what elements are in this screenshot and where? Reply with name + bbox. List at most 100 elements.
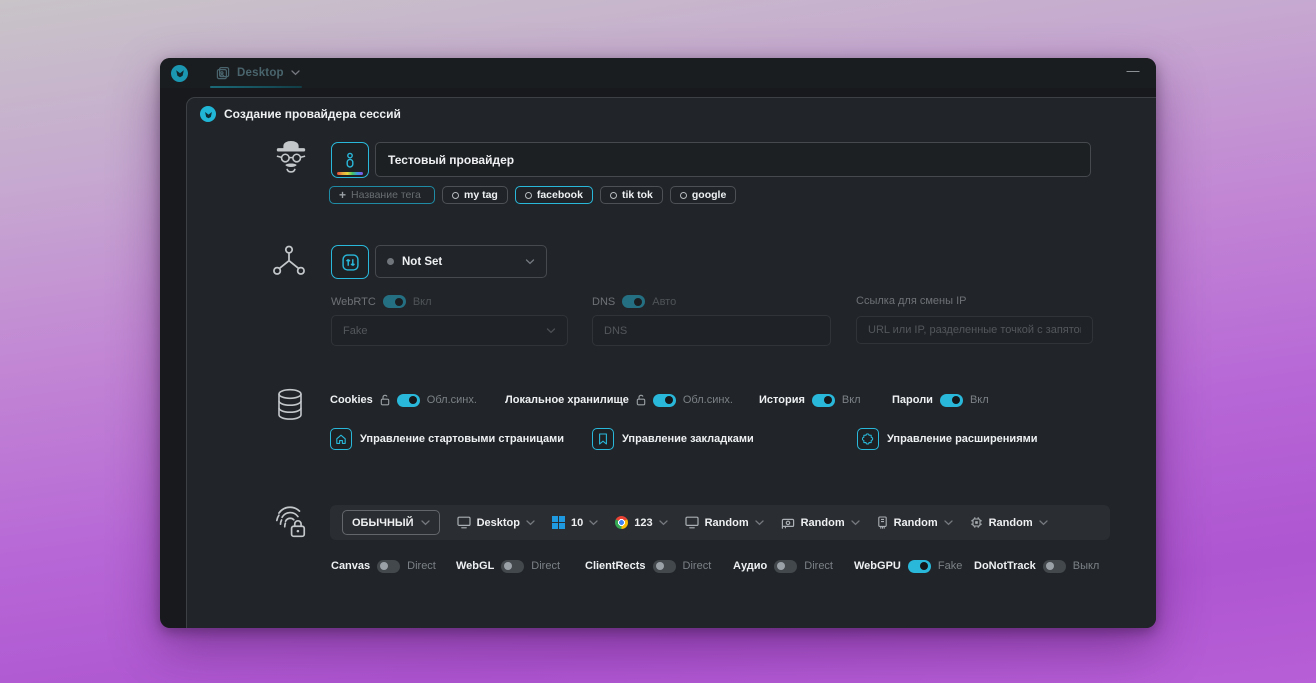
tag-label: my tag	[464, 189, 498, 201]
history-state: Вкл	[841, 394, 861, 406]
canvas-toggle[interactable]	[377, 559, 401, 573]
minimize-button[interactable]: —	[1124, 62, 1142, 80]
change-ip-input[interactable]	[856, 316, 1093, 344]
fingerprint-lock-icon	[272, 502, 308, 540]
manage-bookmarks-button[interactable]: Управление закладками	[592, 428, 754, 450]
tag-my-tag[interactable]: my tag	[442, 186, 508, 204]
profile-icon-button[interactable]	[331, 142, 369, 178]
history-toggle[interactable]	[811, 393, 835, 407]
page-title: Создание провайдера сессий	[224, 107, 401, 121]
change-ip-group: Ссылка для смены IP	[856, 295, 966, 307]
tab-desktop[interactable]: Desktop	[210, 58, 310, 88]
local-storage-group: Локальное хранилище Обл.синх.	[505, 392, 733, 408]
windows-icon	[552, 516, 565, 529]
tag-facebook[interactable]: facebook	[514, 186, 593, 204]
fingerprint-mode-value: ОБЫЧНЫЙ	[352, 516, 414, 529]
tag-label: google	[691, 189, 727, 201]
chevron-down-icon	[420, 519, 430, 526]
canvas-toggle-group: Canvas Direct	[331, 559, 436, 573]
create-provider-panel: Создание провайдера сессий + Назван	[186, 97, 1156, 628]
chevron-down-icon	[943, 519, 953, 526]
screen-icon	[685, 516, 699, 529]
history-label: История	[759, 394, 805, 406]
profiles-icon	[216, 66, 230, 80]
browser-version-value: 123	[634, 516, 653, 529]
ram-value: Random	[893, 516, 938, 529]
webgpu-toggle[interactable]	[907, 559, 931, 573]
tags-row: + Название тега my tag facebook tik tok …	[329, 186, 737, 204]
screen-resolution-value: Random	[704, 516, 749, 529]
home-icon	[330, 428, 352, 450]
webrtc-group: WebRTC Вкл	[331, 295, 432, 308]
webgpu-label: WebGPU	[854, 560, 901, 572]
cookies-toggle[interactable]	[396, 393, 420, 407]
chevron-down-icon	[1038, 519, 1048, 526]
videocard-value: Random	[800, 516, 845, 529]
screen-resolution-select[interactable]: Random	[685, 516, 764, 529]
proxy-network-icon	[271, 244, 307, 277]
tab-label: Desktop	[237, 67, 284, 79]
local-storage-toggle[interactable]	[652, 393, 676, 407]
manage-extensions-button[interactable]: Управление расширениями	[857, 428, 1038, 450]
webrtc-mode-select[interactable]: Fake	[331, 315, 568, 346]
provider-name-input[interactable]	[375, 142, 1091, 177]
passwords-group: Пароли Вкл	[892, 392, 989, 408]
tag-circle-icon	[452, 191, 459, 199]
webgpu-state: Fake	[937, 560, 963, 572]
extension-icon	[857, 428, 879, 450]
webrtc-state: Вкл	[412, 295, 432, 308]
dns-group: DNS Авто	[592, 295, 676, 308]
tag-tik-tok[interactable]: tik tok	[599, 186, 663, 204]
chevron-down-icon	[658, 519, 668, 526]
donottrack-toggle-group: DoNotTrack Выкл	[974, 559, 1099, 573]
chevron-down-icon	[291, 70, 300, 76]
webgl-state: Direct	[531, 560, 561, 572]
os-type-value: Desktop	[476, 516, 520, 529]
manage-start-pages-button[interactable]: Управление стартовыми страницами	[330, 428, 564, 450]
app-window: Desktop — Создание провайдера сессий Тес…	[160, 58, 1156, 628]
fingerprint-mode-select[interactable]: ОБЫЧНЫЙ	[342, 510, 440, 535]
donottrack-state: Выкл	[1072, 560, 1100, 572]
dns-toggle[interactable]	[622, 295, 646, 308]
change-ip-label: Ссылка для смены IP	[856, 295, 967, 307]
videocard-select[interactable]: Random	[781, 517, 860, 529]
donottrack-toggle[interactable]	[1042, 559, 1066, 573]
proxy-select[interactable]: Not Set	[375, 245, 547, 278]
passwords-toggle[interactable]	[939, 393, 963, 407]
manage-extensions-label: Управление расширениями	[887, 433, 1038, 445]
chevron-down-icon	[589, 519, 598, 526]
canvas-label: Canvas	[331, 560, 371, 572]
os-version-select[interactable]: 10	[552, 516, 598, 529]
clientrects-toggle[interactable]	[652, 559, 676, 573]
chevron-down-icon	[754, 519, 764, 526]
audio-toggle[interactable]	[774, 559, 798, 573]
webgl-toggle[interactable]	[501, 559, 525, 573]
audio-label: Аудио	[733, 560, 768, 572]
cpu-select[interactable]: Random	[970, 516, 1048, 529]
tag-circle-icon	[524, 191, 532, 199]
ram-select[interactable]: Random	[877, 516, 953, 529]
titlebar: Desktop —	[160, 58, 1156, 88]
webgl-toggle-group: WebGL Direct	[456, 559, 560, 573]
cpu-value: Random	[988, 516, 1033, 529]
passwords-label: Пароли	[892, 394, 933, 406]
browser-version-select[interactable]: 123	[615, 516, 668, 529]
dns-input[interactable]	[592, 315, 831, 346]
tag-name-input[interactable]: + Название тега	[329, 186, 435, 204]
os-version-value: 10	[571, 516, 584, 529]
cookies-state: Обл.синх.	[426, 394, 477, 406]
os-type-select[interactable]: Desktop	[456, 516, 535, 529]
tag-circle-icon	[609, 191, 617, 199]
tab-active-underline	[210, 86, 302, 88]
webgl-label: WebGL	[456, 560, 495, 572]
proxy-transfer-button[interactable]	[331, 245, 369, 279]
dns-label: DNS	[592, 295, 616, 308]
tag-label: facebook	[536, 189, 583, 201]
tag-google[interactable]: google	[669, 186, 737, 204]
tag-label: tik tok	[621, 189, 653, 201]
clientrects-state: Direct	[682, 560, 712, 572]
donottrack-label: DoNotTrack	[974, 560, 1036, 572]
webrtc-toggle[interactable]	[382, 295, 406, 308]
local-storage-label: Локальное хранилище	[505, 394, 629, 406]
cookies-group: Cookies Обл.синх.	[330, 392, 477, 408]
